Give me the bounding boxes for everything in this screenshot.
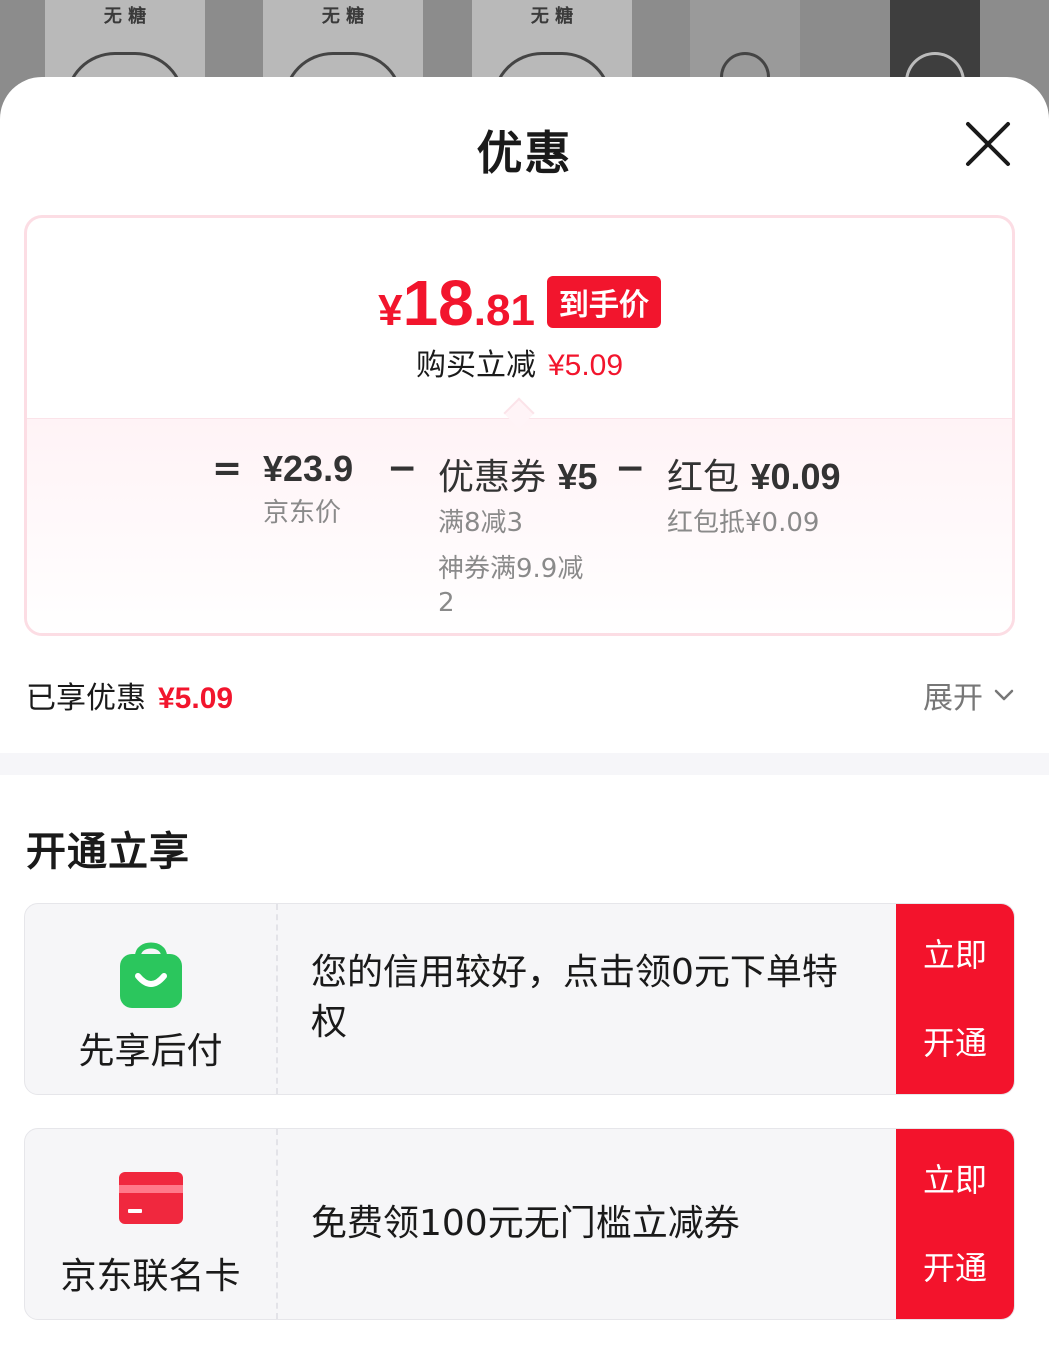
close-button[interactable] xyxy=(963,119,1013,169)
offer-name: 京东联名卡 xyxy=(60,1256,241,1297)
coupon-detail-3: 2 xyxy=(438,588,455,618)
enjoyed-label: 已享优惠 xyxy=(26,681,146,716)
coupon-detail-1: 满8减3 xyxy=(438,508,524,538)
sheet-title: 优惠 xyxy=(476,126,573,180)
section-divider xyxy=(0,753,1049,775)
expand-button[interactable]: 展开 xyxy=(923,673,1017,717)
redpack-value: ¥0.09 xyxy=(750,456,841,497)
expand-label: 展开 xyxy=(923,681,983,716)
activate-now-button[interactable]: 立即 开通 xyxy=(896,1129,1014,1319)
offer-description: 免费领100元无门槛立减券 xyxy=(311,1203,740,1244)
coupon-column: 优惠券 ¥5 满8减3 神券满9.9减 2 xyxy=(438,448,598,620)
minus-sign: − xyxy=(615,448,646,489)
instant-reduction-row: 购买立减 ¥5.09 xyxy=(27,340,1012,384)
offer-name: 先享后付 xyxy=(78,1031,223,1072)
price-calculation: = ¥23.9 京东价 − 优惠券 ¥5 满8减3 神券满9.9减 2 − 红包… xyxy=(27,448,1012,628)
chevron-down-icon xyxy=(994,689,1014,701)
close-icon xyxy=(966,122,1010,166)
redpack-detail: 红包抵¥0.09 xyxy=(667,508,820,538)
minus-sign: − xyxy=(387,448,418,489)
offer-brand-area: 京东联名卡 xyxy=(25,1129,278,1319)
offer-card-pay-later[interactable]: 先享后付 您的信用较好，点击领0元下单特 权 立即 开通 xyxy=(24,903,1015,1095)
enjoyed-amount: ¥5.09 xyxy=(158,682,234,715)
final-price: ¥18.81 xyxy=(378,267,535,339)
coupon-label: 优惠券 xyxy=(438,457,547,498)
final-price-row: ¥18.81 到手价 xyxy=(27,266,1012,340)
redpack-label: 红包 xyxy=(667,457,740,498)
offer-card-cobrand-card[interactable]: 京东联名卡 免费领100元无门槛立减券 立即 开通 xyxy=(24,1128,1015,1320)
shopping-bag-icon xyxy=(118,936,184,1014)
offer-description: 您的信用较好，点击领0元下单特 权 xyxy=(311,952,838,1043)
open-benefits-title: 开通立享 xyxy=(26,829,190,875)
final-price-badge: 到手价 xyxy=(546,276,661,328)
enjoyed-discount-row: 已享优惠 ¥5.09 xyxy=(26,673,233,717)
reduction-amount: ¥5.09 xyxy=(547,349,624,382)
jd-price-column: ¥23.9 京东价 xyxy=(263,448,353,530)
jd-price-label: 京东价 xyxy=(263,498,342,528)
coupon-detail-2: 神券满9.9减 xyxy=(438,554,584,584)
discount-sheet: 优惠 ¥18.81 到手价 购买立减 ¥5.09 = ¥23.9 京东价 − 优… xyxy=(0,77,1049,1365)
offer-brand-area: 先享后付 xyxy=(25,904,278,1094)
jd-price-value: ¥23.9 xyxy=(263,448,354,489)
price-breakdown-card: ¥18.81 到手价 购买立减 ¥5.09 = ¥23.9 京东价 − 优惠券 ¥… xyxy=(24,215,1015,636)
redpack-column: 红包 ¥0.09 红包抵¥0.09 xyxy=(667,448,841,540)
coupon-value: ¥5 xyxy=(557,456,598,497)
activate-now-button[interactable]: 立即 开通 xyxy=(896,904,1014,1094)
credit-card-icon xyxy=(118,1171,184,1229)
equals-sign: = xyxy=(212,448,243,489)
reduction-label: 购买立减 xyxy=(415,348,536,383)
